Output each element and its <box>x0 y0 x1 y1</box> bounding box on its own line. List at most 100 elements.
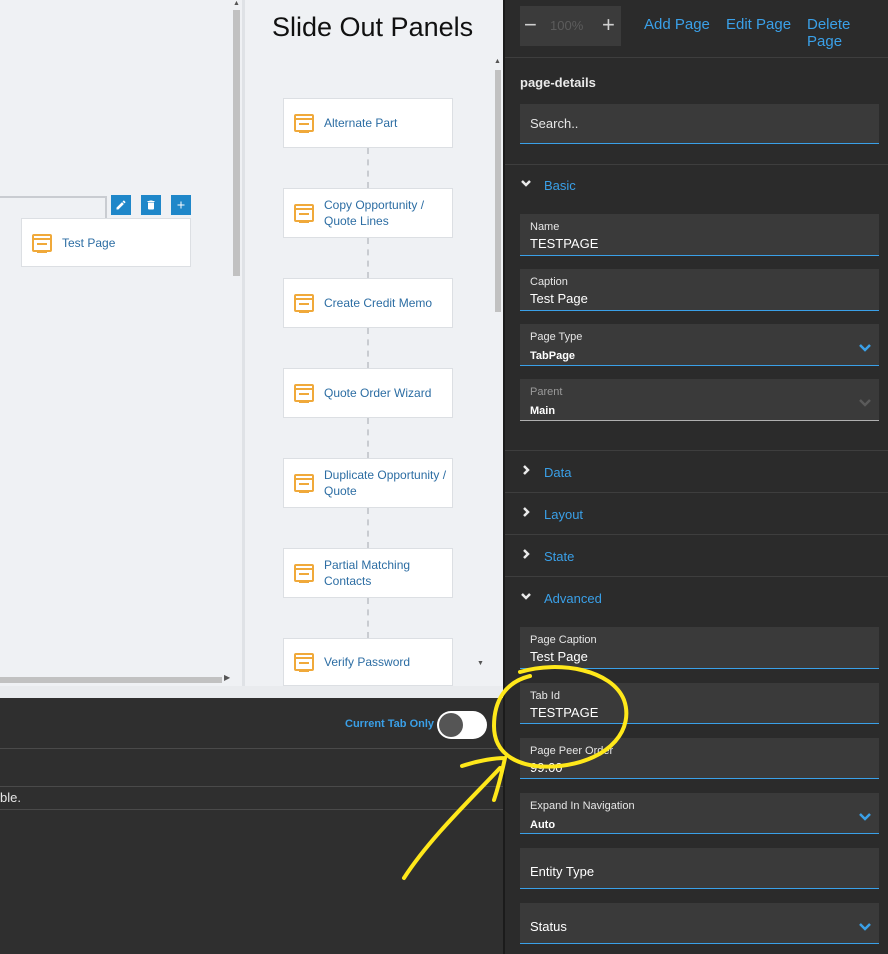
section-advanced[interactable]: Advanced <box>520 590 602 606</box>
section-state[interactable]: State <box>520 548 574 564</box>
add-page-button[interactable]: Add Page <box>644 16 710 33</box>
plus-icon <box>177 201 185 209</box>
chevron-right-icon <box>520 548 536 564</box>
divider <box>505 450 888 451</box>
delete-node-button[interactable] <box>141 195 161 215</box>
page-icon <box>294 564 314 583</box>
expand-in-navigation-select[interactable]: Expand In Navigation Auto <box>520 793 879 834</box>
divider <box>505 164 888 165</box>
tab-id-field[interactable]: Tab Id TESTPAGE <box>520 683 879 724</box>
section-label: Advanced <box>544 590 602 606</box>
panel-vertical-scrollbar[interactable] <box>495 70 501 312</box>
divider <box>505 534 888 535</box>
page-icon <box>294 204 314 223</box>
page-type-select[interactable]: Page Type TabPage <box>520 324 879 366</box>
add-node-button[interactable] <box>171 195 191 215</box>
zoom-out-button[interactable]: − <box>524 14 537 36</box>
edit-page-button[interactable]: Edit Page <box>726 16 791 33</box>
chevron-down-icon <box>859 340 871 352</box>
tree-connector <box>367 598 369 638</box>
section-data[interactable]: Data <box>520 464 571 480</box>
entity-type-field[interactable]: Entity Type <box>520 848 879 889</box>
field-label: Entity Type <box>530 864 595 879</box>
canvas-page-node[interactable]: Test Page <box>21 218 191 267</box>
scroll-up-arrow[interactable]: ▲ <box>233 0 241 8</box>
field-value: 99.00 <box>530 760 563 775</box>
tree-connector <box>367 508 369 548</box>
output-message: ble. <box>0 790 21 805</box>
page-icon <box>294 114 314 133</box>
status-select[interactable]: Status <box>520 903 879 944</box>
section-label: Basic <box>544 177 576 193</box>
tree-connector <box>367 418 369 458</box>
output-panel: Current Tab Only ble. <box>0 686 503 954</box>
zoom-in-button[interactable]: + <box>602 14 615 36</box>
field-label: Parent <box>530 386 563 398</box>
properties-panel: − 100% + Add Page Edit Page Delete Page … <box>503 0 888 954</box>
node-label: Alternate Part <box>324 116 398 130</box>
scroll-down-arrow[interactable]: ▼ <box>477 660 484 667</box>
parent-select: Parent Main <box>520 379 879 421</box>
field-label: Expand In Navigation <box>530 800 635 812</box>
page-peer-order-field[interactable]: Page Peer Order 99.00 <box>520 738 879 779</box>
field-label: Caption <box>530 276 568 288</box>
page-icon <box>294 474 314 493</box>
canvas-vertical-scrollbar[interactable] <box>233 10 240 276</box>
panel-node[interactable]: Alternate Part <box>283 98 453 148</box>
panel-node[interactable]: Create Credit Memo <box>283 278 453 328</box>
current-tab-only-toggle[interactable] <box>437 711 487 739</box>
field-label: Page Type <box>530 331 583 343</box>
field-value: TESTPAGE <box>530 705 599 720</box>
panel-node[interactable]: Copy Opportunity / Quote Lines <box>283 188 453 238</box>
section-layout[interactable]: Layout <box>520 506 583 522</box>
divider <box>505 576 888 577</box>
node-label: Test Page <box>62 235 116 250</box>
field-label: Name <box>530 221 560 233</box>
node-label: Partial Matching Contacts <box>324 558 411 588</box>
tree-connector <box>367 328 369 368</box>
panel-node[interactable]: Duplicate Opportunity / Quote <box>283 458 453 508</box>
tree-connector <box>0 196 107 218</box>
tree-connector <box>367 238 369 278</box>
pencil-icon <box>116 200 126 210</box>
field-value: TESTPAGE <box>530 236 599 251</box>
page-caption-field[interactable]: Page Caption Test Page <box>520 627 879 669</box>
field-label: Tab Id <box>530 690 560 702</box>
node-label: Duplicate Opportunity / Quote <box>324 468 447 498</box>
edit-node-button[interactable] <box>111 195 131 215</box>
field-value: Auto <box>530 819 556 831</box>
scroll-right-arrow[interactable]: ▶ <box>224 673 230 682</box>
name-field[interactable]: Name TESTPAGE <box>520 214 879 256</box>
chevron-down-icon <box>520 590 536 606</box>
zoom-level: 100% <box>550 18 584 33</box>
chevron-down-icon <box>859 809 871 821</box>
panel-node[interactable]: Quote Order Wizard <box>283 368 453 418</box>
scroll-up-arrow[interactable]: ▲ <box>494 58 501 65</box>
panel-node[interactable]: Verify Password <box>283 638 453 686</box>
tree-connector <box>367 148 369 188</box>
chevron-down-icon <box>859 395 871 407</box>
delete-page-button[interactable]: Delete Page <box>807 16 888 50</box>
chevron-down-icon <box>520 177 536 193</box>
canvas-horizontal-scrollbar[interactable] <box>0 677 222 683</box>
properties-search-input[interactable]: Search.. <box>520 104 879 144</box>
page-icon <box>294 294 314 313</box>
panel-node[interactable]: Partial Matching Contacts <box>283 548 453 598</box>
node-label: Copy Opportunity / Quote Lines <box>324 198 425 228</box>
section-basic[interactable]: Basic <box>520 177 576 193</box>
properties-title: page-details <box>520 75 596 90</box>
chevron-right-icon <box>520 464 536 480</box>
page-icon <box>294 653 314 672</box>
field-value: Main <box>530 405 556 417</box>
divider <box>0 786 503 787</box>
divider <box>505 57 888 58</box>
field-value: TabPage <box>530 350 576 362</box>
section-label: Data <box>544 464 572 480</box>
design-canvas[interactable]: ▲ Test Page ▶ <box>0 0 242 686</box>
node-label: Quote Order Wizard <box>324 386 432 400</box>
divider <box>0 809 503 810</box>
caption-field[interactable]: Caption Test Page <box>520 269 879 311</box>
page-icon <box>32 233 52 253</box>
chevron-down-icon <box>859 919 871 931</box>
section-label: State <box>544 548 575 564</box>
